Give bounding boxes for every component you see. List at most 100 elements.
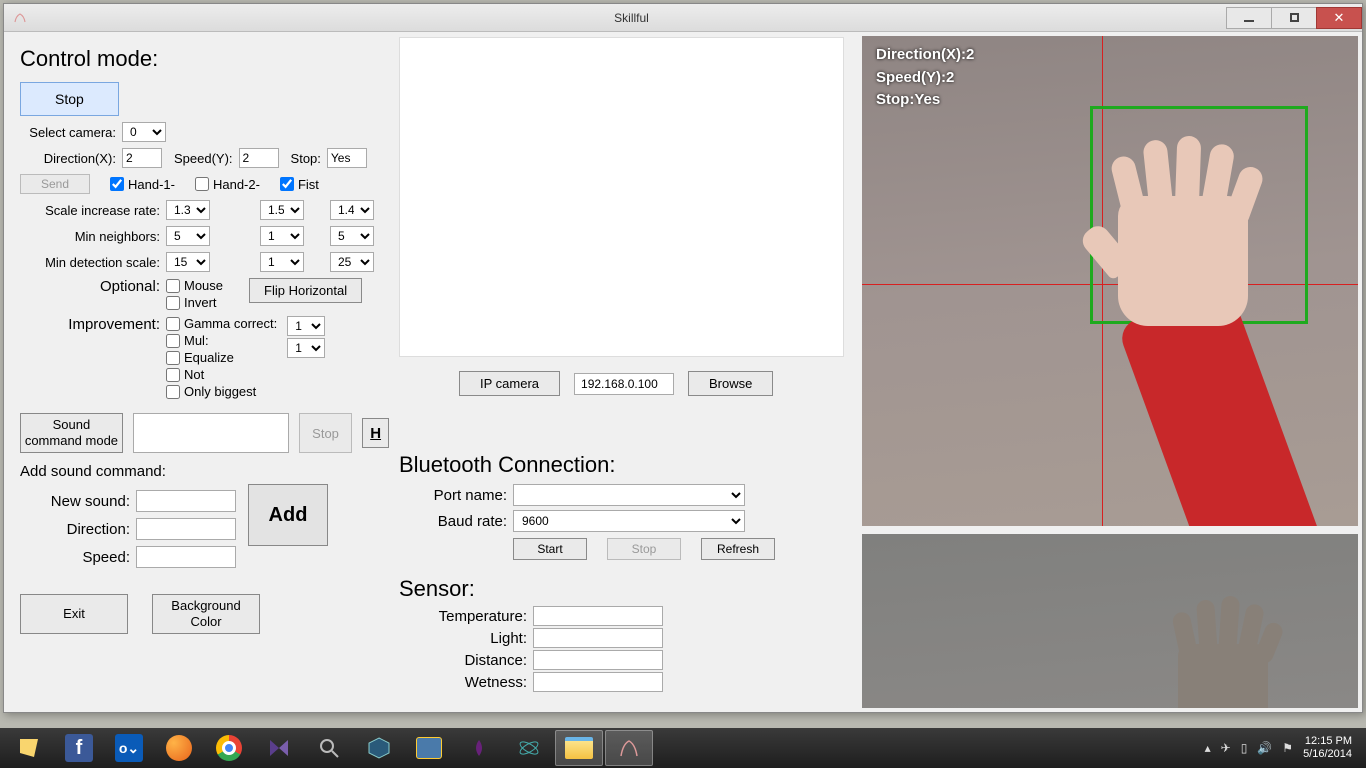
improvement-label: Improvement:: [20, 316, 160, 333]
select-camera-label: Select camera:: [20, 125, 116, 140]
mul-checkbox[interactable]: Mul:: [166, 333, 209, 348]
tray-battery-icon[interactable]: ▯: [1241, 741, 1248, 755]
temperature-label: Temperature:: [399, 608, 527, 625]
stop-input[interactable]: [327, 148, 367, 168]
tray-volume-icon[interactable]: 🔊: [1257, 741, 1272, 755]
gamma-value[interactable]: 1: [287, 316, 325, 336]
min-detection-2[interactable]: 1: [260, 252, 304, 272]
scale-rate-label: Scale increase rate:: [20, 203, 160, 218]
maximize-button[interactable]: [1271, 7, 1317, 29]
bt-stop-button[interactable]: Stop: [607, 538, 681, 560]
app-icon: [8, 6, 32, 30]
taskbar-chrome-icon[interactable]: [205, 730, 253, 766]
speed-label: Speed:: [20, 549, 130, 566]
taskbar[interactable]: f o⌄ ▴ ✈ ▯ 🔊 ⚑ 12:15 PM 5/16/2014: [0, 728, 1366, 768]
not-checkbox[interactable]: Not: [166, 367, 277, 382]
add-sound-heading: Add sound command:: [20, 463, 389, 480]
taskbar-atom-icon[interactable]: [505, 730, 553, 766]
mouse-checkbox[interactable]: Mouse: [166, 278, 223, 293]
h-button[interactable]: H: [362, 418, 389, 448]
baud-rate-select[interactable]: 9600: [513, 510, 745, 532]
scale-rate-1[interactable]: 1.3: [166, 200, 210, 220]
taskbar-start-icon[interactable]: [5, 730, 53, 766]
min-detection-1[interactable]: 15: [166, 252, 210, 272]
direction-x-input[interactable]: [122, 148, 162, 168]
sensor-heading: Sensor:: [399, 576, 854, 602]
light-label: Light:: [399, 630, 527, 647]
sound-stop-button[interactable]: Stop: [299, 413, 352, 453]
bt-start-button[interactable]: Start: [513, 538, 587, 560]
min-detection-label: Min detection scale:: [20, 255, 160, 270]
taskbar-explorer-icon[interactable]: [555, 730, 603, 766]
min-detection-3[interactable]: 25: [330, 252, 374, 272]
baud-rate-label: Baud rate:: [399, 513, 507, 530]
min-neighbors-3[interactable]: 5: [330, 226, 374, 246]
add-button[interactable]: Add: [248, 484, 328, 546]
min-neighbors-label: Min neighbors:: [20, 229, 160, 244]
tray-airplane-icon[interactable]: ✈: [1221, 741, 1231, 755]
taskbar-visualstudio-icon[interactable]: [455, 730, 503, 766]
scale-rate-2[interactable]: 1.5: [260, 200, 304, 220]
window-title: Skillful: [36, 11, 1227, 25]
direction-input[interactable]: [136, 518, 236, 540]
bt-refresh-button[interactable]: Refresh: [701, 538, 775, 560]
invert-checkbox[interactable]: Invert: [166, 295, 223, 310]
taskbar-vmware-icon[interactable]: [405, 730, 453, 766]
new-sound-input[interactable]: [136, 490, 236, 512]
ip-camera-button[interactable]: IP camera: [459, 371, 560, 396]
equalize-checkbox[interactable]: Equalize: [166, 350, 277, 365]
light-input[interactable]: [533, 628, 663, 648]
port-name-select[interactable]: [513, 484, 745, 506]
app-window: Skillful ✕ Control mode: Stop Select cam…: [3, 3, 1363, 713]
tray-clock[interactable]: 12:15 PM 5/16/2014: [1303, 735, 1352, 761]
tray-flag-icon[interactable]: ⚑: [1282, 741, 1293, 755]
preview-area: [399, 37, 844, 357]
titlebar[interactable]: Skillful ✕: [4, 4, 1362, 32]
close-button[interactable]: ✕: [1316, 7, 1362, 29]
hand2-checkbox[interactable]: Hand-2-: [195, 177, 260, 192]
select-camera-select[interactable]: 0: [122, 122, 166, 142]
optional-label: Optional:: [20, 278, 160, 295]
sound-command-input[interactable]: [133, 413, 289, 453]
taskbar-firefox-icon[interactable]: [155, 730, 203, 766]
only-biggest-checkbox[interactable]: Only biggest: [166, 384, 277, 399]
bluetooth-heading: Bluetooth Connection:: [399, 452, 854, 478]
tray-chevron-icon[interactable]: ▴: [1205, 741, 1211, 755]
fist-checkbox[interactable]: Fist: [280, 177, 319, 192]
camera-overlay-text: Direction(X):2 Speed(Y):2 Stop:Yes: [876, 44, 974, 112]
speed-input[interactable]: [136, 546, 236, 568]
ip-address-input[interactable]: [574, 373, 674, 395]
min-neighbors-1[interactable]: 5: [166, 226, 210, 246]
wetness-input[interactable]: [533, 672, 663, 692]
wetness-label: Wetness:: [399, 674, 527, 691]
taskbar-facebook-icon[interactable]: f: [55, 730, 103, 766]
hand-silhouette: [1038, 136, 1298, 516]
direction-label: Direction:: [20, 521, 130, 538]
temperature-input[interactable]: [533, 606, 663, 626]
gamma-checkbox[interactable]: Gamma correct:: [166, 316, 277, 331]
stop-label: Stop:: [291, 151, 321, 166]
mul-value[interactable]: 1: [287, 338, 325, 358]
taskbar-media-icon[interactable]: [255, 730, 303, 766]
port-name-label: Port name:: [399, 487, 507, 504]
direction-x-label: Direction(X):: [20, 151, 116, 166]
taskbar-outlook-icon[interactable]: o⌄: [105, 730, 153, 766]
speed-y-input[interactable]: [239, 148, 279, 168]
stop-button[interactable]: Stop: [20, 82, 119, 116]
send-button[interactable]: Send: [20, 174, 90, 194]
scale-rate-3[interactable]: 1.4: [330, 200, 374, 220]
hand1-checkbox[interactable]: Hand-1-: [110, 177, 175, 192]
min-neighbors-2[interactable]: 1: [260, 226, 304, 246]
system-tray[interactable]: ▴ ✈ ▯ 🔊 ⚑ 12:15 PM 5/16/2014: [1205, 735, 1362, 761]
distance-input[interactable]: [533, 650, 663, 670]
minimize-button[interactable]: [1226, 7, 1272, 29]
taskbar-search-icon[interactable]: [305, 730, 353, 766]
taskbar-app-icon[interactable]: [605, 730, 653, 766]
camera-view-main: Direction(X):2 Speed(Y):2 Stop:Yes +: [862, 36, 1358, 526]
background-color-button[interactable]: Background Color: [152, 594, 260, 634]
browse-button[interactable]: Browse: [688, 371, 773, 396]
sound-command-mode-button[interactable]: Sound command mode: [20, 413, 123, 453]
flip-horizontal-button[interactable]: Flip Horizontal: [249, 278, 362, 303]
taskbar-virtualbox-icon[interactable]: [355, 730, 403, 766]
exit-button[interactable]: Exit: [20, 594, 128, 634]
